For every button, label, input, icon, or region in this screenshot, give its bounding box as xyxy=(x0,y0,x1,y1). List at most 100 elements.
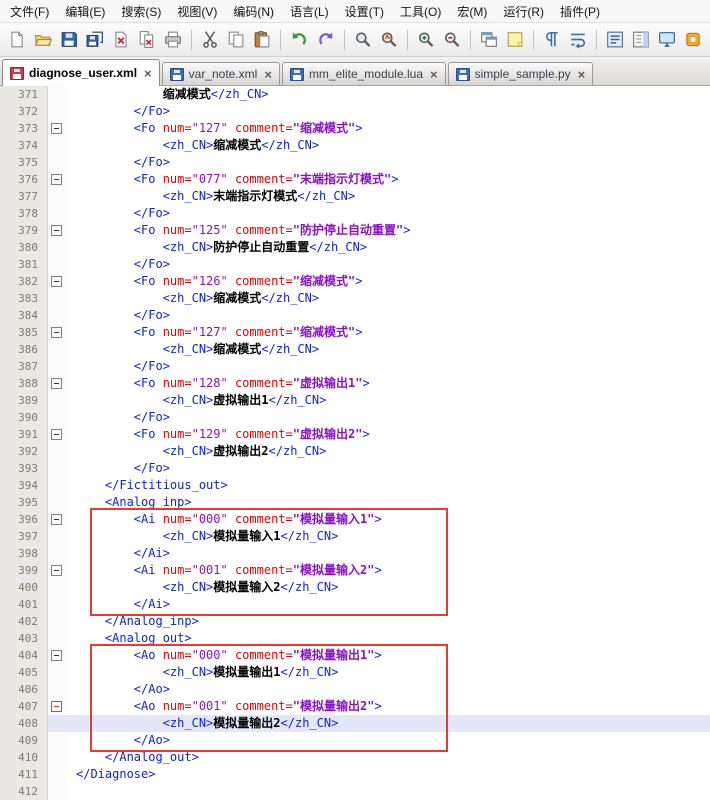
code-line-390[interactable]: 390 </Fo> xyxy=(0,409,710,426)
find-button[interactable] xyxy=(351,27,375,52)
code-line-380[interactable]: 380 <zh_CN>防护停止自动重置</zh_CN> xyxy=(0,239,710,256)
menu-item-0[interactable]: 文件(F) xyxy=(2,0,57,22)
code-line-383[interactable]: 383 <zh_CN>缩减模式</zh_CN> xyxy=(0,290,710,307)
fold-marker-icon[interactable] xyxy=(51,276,62,287)
new-file-button[interactable] xyxy=(5,27,29,52)
monitor-button[interactable] xyxy=(655,27,679,52)
fold-marker-icon[interactable] xyxy=(51,378,62,389)
code-line-395[interactable]: 395 <Analog_inp> xyxy=(0,494,710,511)
zoom-in-button[interactable] xyxy=(414,27,438,52)
function-list-button[interactable] xyxy=(603,27,627,52)
print-button[interactable] xyxy=(161,27,185,52)
undo-button[interactable] xyxy=(287,27,311,52)
tab-close-icon[interactable]: × xyxy=(578,68,586,81)
tab-2[interactable]: mm_elite_module.lua× xyxy=(282,62,446,85)
code-line-404[interactable]: 404 <Ao num="000" comment="模拟量输出1"> xyxy=(0,647,710,664)
tab-close-icon[interactable]: × xyxy=(144,67,152,80)
word-wrap-button[interactable] xyxy=(566,27,590,52)
menu-item-5[interactable]: 语言(L) xyxy=(282,0,337,22)
code-line-412[interactable]: 412 xyxy=(0,783,710,800)
copy-button[interactable] xyxy=(224,27,248,52)
code-line-410[interactable]: 410 </Analog_out> xyxy=(0,749,710,766)
menu-item-6[interactable]: 设置(T) xyxy=(337,0,392,22)
close-file-button[interactable] xyxy=(109,27,133,52)
fold-marker-icon[interactable] xyxy=(51,327,62,338)
code-line-387[interactable]: 387 </Fo> xyxy=(0,358,710,375)
code-line-407[interactable]: 407 <Ao num="001" comment="模拟量输出2"> xyxy=(0,698,710,715)
code-line-371[interactable]: 371 缩减模式</zh_CN> xyxy=(0,86,710,103)
code-line-406[interactable]: 406 </Ao> xyxy=(0,681,710,698)
code-line-409[interactable]: 409 </Ao> xyxy=(0,732,710,749)
code-line-399[interactable]: 399 <Ai num="001" comment="模拟量输入2"> xyxy=(0,562,710,579)
cut-button[interactable] xyxy=(198,27,222,52)
code-line-398[interactable]: 398 </Ai> xyxy=(0,545,710,562)
code-line-375[interactable]: 375 </Fo> xyxy=(0,154,710,171)
fold-margin xyxy=(48,171,67,188)
tab-3[interactable]: simple_sample.py× xyxy=(448,62,594,85)
code-line-401[interactable]: 401 </Ai> xyxy=(0,596,710,613)
fold-marker-icon[interactable] xyxy=(51,123,62,134)
code-line-381[interactable]: 381 </Fo> xyxy=(0,256,710,273)
menu-item-2[interactable]: 搜索(S) xyxy=(113,0,169,22)
code-line-408[interactable]: 408 <zh_CN>模拟量输出2</zh_CN> xyxy=(0,715,710,732)
replace-button[interactable] xyxy=(377,27,401,52)
code-line-384[interactable]: 384 </Fo> xyxy=(0,307,710,324)
code-line-405[interactable]: 405 <zh_CN>模拟量输出1</zh_CN> xyxy=(0,664,710,681)
menu-item-1[interactable]: 编辑(E) xyxy=(57,0,113,22)
show-symbols-button[interactable] xyxy=(540,27,564,52)
menu-item-9[interactable]: 运行(R) xyxy=(495,0,552,22)
fold-marker-icon[interactable] xyxy=(51,650,62,661)
tab-1[interactable]: var_note.xml× xyxy=(162,62,280,85)
code-line-372[interactable]: 372 </Fo> xyxy=(0,103,710,120)
paste-button[interactable] xyxy=(250,27,274,52)
code-line-374[interactable]: 374 <zh_CN>缩减模式</zh_CN> xyxy=(0,137,710,154)
zoom-out-button[interactable] xyxy=(440,27,464,52)
menu-item-7[interactable]: 工具(O) xyxy=(392,0,449,22)
menu-item-8[interactable]: 宏(M) xyxy=(449,0,495,22)
code-line-388[interactable]: 388 <Fo num="128" comment="虚拟输出1"> xyxy=(0,375,710,392)
menu-item-10[interactable]: 插件(P) xyxy=(552,0,608,22)
fold-marker-icon[interactable] xyxy=(51,514,62,525)
code-line-400[interactable]: 400 <zh_CN>模拟量输入2</zh_CN> xyxy=(0,579,710,596)
code-line-396[interactable]: 396 <Ai num="000" comment="模拟量输入1"> xyxy=(0,511,710,528)
code-line-394[interactable]: 394 </Fictitious_out> xyxy=(0,477,710,494)
editor[interactable]: 371 缩减模式</zh_CN>372 </Fo>373 <Fo num="12… xyxy=(0,86,710,807)
code-line-378[interactable]: 378 </Fo> xyxy=(0,205,710,222)
fold-marker-icon[interactable] xyxy=(51,701,62,712)
code-line-373[interactable]: 373 <Fo num="127" comment="缩减模式"> xyxy=(0,120,710,137)
code-line-391[interactable]: 391 <Fo num="129" comment="虚拟输出2"> xyxy=(0,426,710,443)
code-line-411[interactable]: 411</Diagnose> xyxy=(0,766,710,783)
post-it-button[interactable] xyxy=(503,27,527,52)
code-line-377[interactable]: 377 <zh_CN>末端指示灯模式</zh_CN> xyxy=(0,188,710,205)
close-all-button[interactable] xyxy=(135,27,159,52)
fold-marker-icon[interactable] xyxy=(51,565,62,576)
code-line-382[interactable]: 382 <Fo num="126" comment="缩减模式"> xyxy=(0,273,710,290)
code-line-402[interactable]: 402 </Analog_inp> xyxy=(0,613,710,630)
tab-close-icon[interactable]: × xyxy=(264,68,272,81)
code-line-386[interactable]: 386 <zh_CN>缩减模式</zh_CN> xyxy=(0,341,710,358)
code-line-393[interactable]: 393 </Fo> xyxy=(0,460,710,477)
redo-button[interactable] xyxy=(314,27,338,52)
code-line-392[interactable]: 392 <zh_CN>虚拟输出2</zh_CN> xyxy=(0,443,710,460)
code-line-397[interactable]: 397 <zh_CN>模拟量输入1</zh_CN> xyxy=(0,528,710,545)
menu-item-3[interactable]: 视图(V) xyxy=(169,0,225,22)
fold-marker-icon[interactable] xyxy=(51,174,62,185)
doc-switcher-button[interactable] xyxy=(477,27,501,52)
save-all-button[interactable] xyxy=(83,27,107,52)
doc-map-button[interactable] xyxy=(629,27,653,52)
menu-item-4[interactable]: 编码(N) xyxy=(225,0,282,22)
fold-marker-icon[interactable] xyxy=(51,429,62,440)
tab-close-icon[interactable]: × xyxy=(430,68,438,81)
code-text: 缩减模式</zh_CN> xyxy=(67,86,710,103)
tab-0[interactable]: diagnose_user.xml× xyxy=(2,59,160,86)
code-line-379[interactable]: 379 <Fo num="125" comment="防护停止自动重置"> xyxy=(0,222,710,239)
fold-marker-icon[interactable] xyxy=(51,225,62,236)
line-number: 395 xyxy=(0,494,48,511)
open-file-button[interactable] xyxy=(31,27,55,52)
code-line-376[interactable]: 376 <Fo num="077" comment="末端指示灯模式"> xyxy=(0,171,710,188)
code-line-389[interactable]: 389 <zh_CN>虚拟输出1</zh_CN> xyxy=(0,392,710,409)
code-line-403[interactable]: 403 <Analog_out> xyxy=(0,630,710,647)
code-line-385[interactable]: 385 <Fo num="127" comment="缩减模式"> xyxy=(0,324,710,341)
save-button[interactable] xyxy=(57,27,81,52)
plugins-button[interactable] xyxy=(681,27,705,52)
